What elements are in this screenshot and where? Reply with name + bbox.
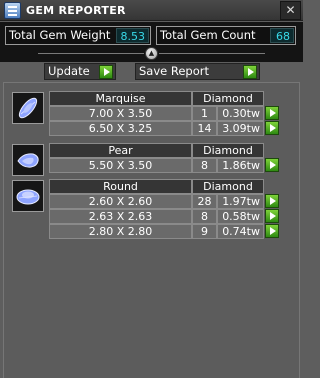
weight-cell: 0.74tw (217, 224, 264, 239)
count-cell: 14 (192, 121, 217, 136)
save-report-label: Save Report (139, 64, 210, 78)
size-cell: 2.80 X 2.80 (49, 224, 192, 239)
window-title: GEM REPORTER (26, 4, 126, 17)
total-weight-box: Total Gem Weight 8.53 (5, 26, 151, 45)
weight-cell: 3.09tw (217, 121, 264, 136)
count-cell: 8 (192, 158, 217, 173)
table-row: 2.80 X 2.80 9 0.74tw (49, 224, 279, 239)
size-cell: 6.50 X 3.25 (49, 121, 192, 136)
close-button[interactable]: ✕ (280, 1, 301, 20)
action-bar: Update Save Report (0, 62, 303, 82)
weight-cell: 0.30tw (217, 106, 264, 121)
row-go-icon[interactable] (265, 106, 279, 120)
save-report-go-icon[interactable] (243, 65, 257, 79)
weight-cell: 0.58tw (217, 209, 264, 224)
total-count-value: 68 (270, 28, 294, 43)
update-button[interactable]: Update (44, 63, 116, 80)
table-row: 7.00 X 3.50 1 0.30tw (49, 106, 279, 121)
title-bar: GEM REPORTER ✕ (0, 0, 303, 21)
splitter-line-right (159, 53, 265, 54)
row-go-icon[interactable] (265, 121, 279, 135)
table-row: 6.50 X 3.25 14 3.09tw (49, 121, 279, 136)
splitter-line-left (38, 53, 144, 54)
stats-header: Total Gem Weight 8.53 Total Gem Count 68… (0, 22, 303, 62)
row-go-icon[interactable] (265, 158, 279, 172)
weight-cell: 1.86tw (217, 158, 264, 173)
save-report-button[interactable]: Save Report (135, 63, 260, 80)
gem-table-marquise: Marquise Diamond 7.00 X 3.50 1 0.30tw 6.… (49, 91, 279, 136)
count-cell: 8 (192, 209, 217, 224)
cut-header: Round (49, 179, 192, 194)
app-icon (4, 2, 21, 19)
update-label: Update (48, 64, 90, 78)
total-weight-label: Total Gem Weight (9, 28, 111, 42)
count-cell: 28 (192, 194, 217, 209)
count-cell: 1 (192, 106, 217, 121)
table-row: 5.50 X 3.50 8 1.86tw (49, 158, 279, 173)
table-header-row: Marquise Diamond (49, 91, 279, 106)
size-cell: 2.60 X 2.60 (49, 194, 192, 209)
table-row: 2.60 X 2.60 28 1.97tw (49, 194, 279, 209)
weight-cell: 1.97tw (217, 194, 264, 209)
material-header: Diamond (192, 143, 264, 158)
gem-table-round: Round Diamond 2.60 X 2.60 28 1.97tw 2.63… (49, 179, 279, 239)
table-header-row: Round Diamond (49, 179, 279, 194)
table-header-row: Pear Diamond (49, 143, 279, 158)
material-header: Diamond (192, 91, 264, 106)
pear-gem-icon (12, 144, 44, 176)
size-cell: 2.63 X 2.63 (49, 209, 192, 224)
round-gem-icon (12, 180, 44, 212)
total-weight-value: 8.53 (116, 28, 149, 43)
total-count-box: Total Gem Count 68 (156, 26, 296, 45)
material-header: Diamond (192, 179, 264, 194)
marquise-gem-icon (12, 92, 44, 124)
table-row: 2.63 X 2.63 8 0.58tw (49, 209, 279, 224)
gem-table-pear: Pear Diamond 5.50 X 3.50 8 1.86tw (49, 143, 279, 173)
row-go-icon[interactable] (265, 194, 279, 208)
size-cell: 7.00 X 3.50 (49, 106, 192, 121)
row-go-icon[interactable] (265, 224, 279, 238)
size-cell: 5.50 X 3.50 (49, 158, 192, 173)
cut-header: Marquise (49, 91, 192, 106)
total-count-label: Total Gem Count (160, 28, 256, 42)
update-go-icon[interactable] (99, 65, 113, 79)
collapse-toggle-icon[interactable]: ▲ (145, 47, 158, 60)
cut-header: Pear (49, 143, 192, 158)
count-cell: 9 (192, 224, 217, 239)
report-panel: Marquise Diamond 7.00 X 3.50 1 0.30tw 6.… (3, 82, 300, 378)
row-go-icon[interactable] (265, 209, 279, 223)
